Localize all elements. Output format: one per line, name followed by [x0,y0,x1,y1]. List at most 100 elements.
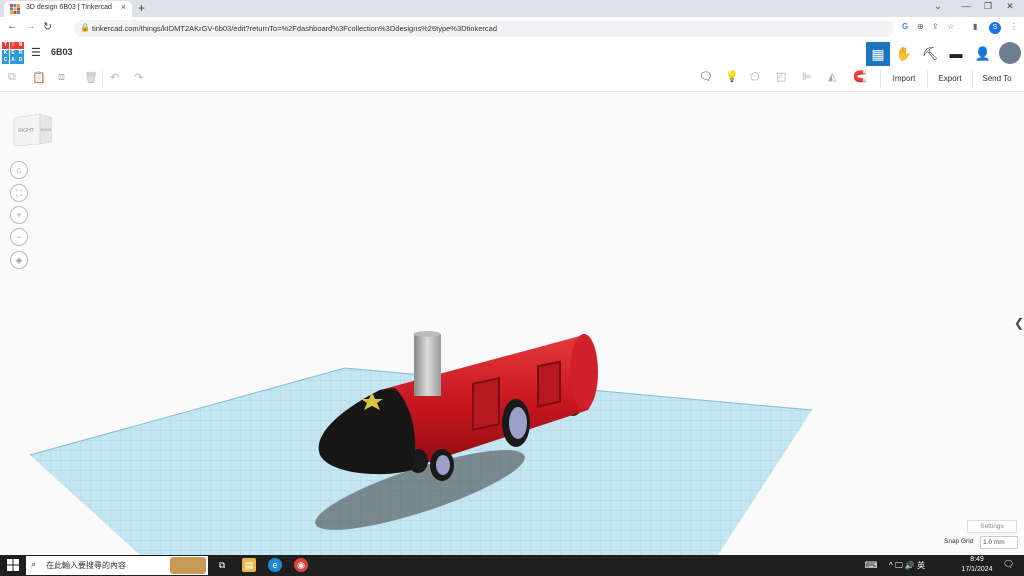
reload-icon[interactable]: ↻ [43,20,52,33]
logo-letter: T [2,42,9,49]
group-icon[interactable]: ◰ [776,70,786,83]
copy-icon[interactable]: ⧉ [8,71,16,84]
edge-icon[interactable]: e [268,558,282,572]
logo-letter: E [9,49,17,57]
profile-avatar[interactable]: S [989,22,1001,34]
user-avatar[interactable] [999,42,1021,64]
logo-letter: K [2,49,9,57]
zoom-out-button[interactable]: − [10,228,28,246]
edit-toolbar [0,67,1024,92]
language-indicator[interactable]: 英 [917,561,925,570]
settings-button[interactable]: Settings [967,520,1017,533]
cruise-icon[interactable]: 🧲 [853,70,867,83]
body-rear-cap [570,334,598,410]
minus-icon: − [16,232,22,242]
circuits-icon: ✋ [895,46,913,61]
panel-collapse-chevron-icon[interactable]: ❮ [1014,316,1024,330]
chimney[interactable] [414,334,441,396]
add-user-icon: 👤 [974,46,992,61]
window[interactable] [537,360,561,408]
restore-button[interactable]: ❐ [978,1,998,12]
install-icon[interactable]: ⊕ [917,22,924,31]
system-tray[interactable]: ^ 🖵 🔊 英 [889,560,925,571]
window[interactable] [472,377,500,431]
home-view-button[interactable]: ⌂ [10,161,28,179]
tinkercad-favicon-icon [10,4,20,14]
logo-letter: A [9,57,17,64]
view-cube-back-label: BACK [41,127,52,132]
lock-icon[interactable]: 🔒 [80,23,90,32]
logo-letter: R [17,49,24,57]
tab-title: 3D design 6B03 | Tinkercad [26,4,112,11]
notes-icon[interactable]: 🗨 [699,70,713,83]
view-cube-right-label: RIGHT [18,128,34,134]
workplane-viewport[interactable] [0,92,1024,555]
brick-icon: ▬ [949,46,963,61]
back-arrow-icon[interactable]: ← [7,20,18,32]
mirror-icon[interactable]: ◭ [828,70,836,83]
align-icon[interactable]: ⊫ [802,70,812,83]
task-view-icon[interactable]: ⧉ [215,558,229,572]
plus-icon: + [16,210,22,220]
undo-icon[interactable]: ↶ [110,71,119,84]
grid-icon: ▦ [871,46,885,62]
search-highlight-image[interactable] [170,557,206,574]
clock-time[interactable]: 8:49 [962,556,992,563]
menu-kebab-icon[interactable]: ⋮ [1010,22,1018,31]
fit-view-button[interactable]: ⛶ [10,184,28,202]
3d-view-button[interactable]: ▦ [866,42,890,66]
forward-arrow-icon[interactable]: → [25,20,36,32]
tinkercad-logo[interactable]: T I N K E R C A D [2,42,24,64]
search-icon: ⌕ [31,559,37,569]
windows-start-icon[interactable] [7,559,19,571]
keyboard-icon[interactable]: ⌨ [864,558,878,572]
pickaxe-icon: ⛏ [921,46,939,61]
chrome-icon[interactable]: ◉ [294,558,308,572]
design-list-icon[interactable]: ☰ [31,46,41,59]
snap-grid-select[interactable]: 1.0 mm [980,536,1018,549]
bookmark-star-icon[interactable]: ☆ [947,22,954,31]
send-to-button[interactable]: Send To [972,70,1021,88]
design-name[interactable]: 6B03 [51,47,73,57]
perspective-icon: ◈ [15,255,23,265]
minimize-button[interactable]: — [956,1,976,11]
chimney-top [413,331,441,337]
paste-icon[interactable]: 📋 [32,71,46,84]
bricks-button[interactable]: ▬ [944,42,968,66]
url-text[interactable]: tinkercad.com/things/kIDMT2AKrGV-6b03/ed… [92,24,497,33]
codeblocks-button[interactable]: ⛏ [918,42,942,66]
google-icon[interactable]: G [902,22,908,31]
delete-icon[interactable]: 🗑 [84,71,98,84]
snap-grid-label: Snap Grid [944,538,974,545]
notification-icon[interactable]: 🗨 [1003,559,1014,570]
scene-canvas[interactable] [0,92,1024,555]
close-window-button[interactable]: ✕ [1000,1,1020,12]
side-panel-icon[interactable]: ▮ [973,22,977,31]
share-icon[interactable]: ⇪ [932,22,939,31]
file-explorer-icon[interactable]: ▤ [242,558,256,572]
browser-tab[interactable]: 3D design 6B03 | Tinkercad × [4,1,132,17]
home-icon: ⌂ [16,165,22,175]
view-cube[interactable]: RIGHT BACK [12,112,52,148]
wheel-hub [509,407,527,439]
logo-letter: I [9,42,17,49]
export-button[interactable]: Export [927,70,972,88]
light-bulb-icon[interactable]: 💡 [725,70,739,83]
wheel-hub [436,455,450,475]
ortho-view-button[interactable]: ◈ [10,251,28,269]
new-tab-button[interactable]: + [138,1,145,15]
shape-icon[interactable]: ⬠ [750,70,760,83]
zoom-in-button[interactable]: + [10,206,28,224]
add-user-button[interactable]: 👤 [971,42,995,66]
import-button[interactable]: Import [880,70,927,88]
tab-close-icon[interactable]: × [121,2,126,12]
clock-date[interactable]: 17/1/2024 [957,566,997,573]
logo-letter: D [17,57,24,64]
duplicate-icon[interactable]: ⧈ [58,71,65,84]
logo-letter: N [17,42,24,49]
redo-icon[interactable]: ↷ [134,71,143,84]
toolbar-divider [102,70,103,88]
tab-search-icon[interactable]: ⌄ [928,1,948,12]
taskbar-search-placeholder[interactable]: 在此輸入要搜尋的內容 [46,560,126,571]
circuits-button[interactable]: ✋ [892,42,916,66]
